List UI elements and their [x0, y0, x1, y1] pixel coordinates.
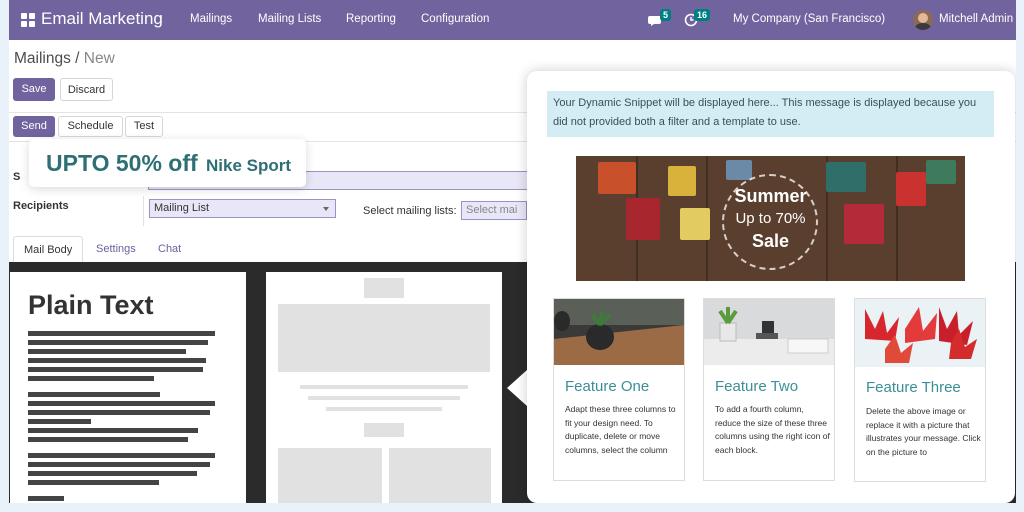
text-placeholder — [326, 407, 442, 411]
feature-two-body: To add a fourth column, reduce the size … — [715, 404, 830, 455]
app-brand[interactable]: Email Marketing — [41, 9, 163, 29]
activity-count-badge: 16 — [694, 9, 711, 21]
subject-label: S — [13, 171, 21, 183]
promo-brand: Nike Sport — [206, 156, 292, 175]
text-line — [28, 340, 208, 345]
text-line — [28, 410, 210, 415]
text-line — [28, 358, 206, 363]
breadcrumb-current: New — [83, 50, 115, 67]
text-line — [28, 401, 215, 406]
field-separator — [143, 196, 144, 226]
text-line — [28, 496, 64, 501]
text-line — [28, 349, 186, 354]
text-line — [28, 480, 159, 485]
popup-arrow — [507, 370, 527, 406]
button-placeholder — [364, 423, 404, 437]
breadcrumb: Mailings / New — [14, 50, 115, 68]
text-line — [28, 392, 160, 397]
feature-three-body: Delete the above image or replace it wit… — [866, 406, 981, 457]
text-line — [28, 367, 203, 372]
feature-card-three[interactable]: Feature Three Delete the above image or … — [854, 298, 986, 482]
recipients-select-value: Mailing List — [154, 202, 210, 214]
image-placeholder — [278, 304, 490, 372]
recipients-label: Recipients — [13, 200, 69, 212]
feature-card-two[interactable]: Feature Two To add a fourth column, redu… — [703, 298, 835, 481]
user-avatar[interactable] — [913, 10, 933, 30]
text-line — [28, 437, 188, 442]
template-plain-text[interactable]: Plain Text — [10, 272, 246, 503]
text-line — [28, 419, 91, 424]
menu-configuration[interactable]: Configuration — [421, 13, 489, 25]
tab-chat[interactable]: Chat — [148, 236, 191, 262]
text-line — [28, 376, 154, 381]
breadcrumb-parent[interactable]: Mailings — [14, 50, 71, 67]
top-navbar: Email Marketing Mailings Mailing Lists R… — [9, 0, 1016, 40]
menu-mailings[interactable]: Mailings — [190, 13, 232, 25]
user-menu[interactable]: Mitchell Admin — [939, 13, 1013, 25]
summer-sale-banner: Summer Up to 70% Sale — [576, 156, 965, 281]
banner-line-1: Summer — [734, 186, 807, 206]
feature-three-title: Feature Three — [866, 379, 961, 396]
column-placeholder — [389, 448, 491, 503]
tab-settings[interactable]: Settings — [86, 236, 146, 262]
gift-box-icon — [926, 160, 956, 184]
gift-box-icon — [726, 160, 752, 180]
template-layout[interactable] — [266, 272, 502, 503]
tab-mail-body[interactable]: Mail Body — [13, 236, 84, 264]
menu-mailing-lists[interactable]: Mailing Lists — [258, 13, 321, 25]
discard-button[interactable]: Discard — [60, 78, 113, 101]
dynamic-snippet-alert: Your Dynamic Snippet will be displayed h… — [547, 91, 994, 137]
chat-count-badge: 5 — [660, 9, 672, 21]
template-preview-popup: Your Dynamic Snippet will be displayed h… — [527, 71, 1015, 503]
test-button[interactable]: Test — [125, 116, 163, 137]
feature-two-title: Feature Two — [715, 378, 799, 395]
banner-line-2: Up to 70% — [735, 210, 806, 227]
text-placeholder — [308, 396, 460, 400]
text-line — [28, 462, 210, 467]
desk-image — [554, 299, 684, 365]
select-mailing-lists-label: Select mailing lists: — [363, 205, 457, 217]
promo-banner: UPTO 50% off Nike Sport — [29, 139, 306, 187]
chevron-down-icon — [323, 207, 329, 211]
feature-one-title: Feature One — [565, 378, 650, 395]
text-placeholder — [300, 385, 468, 389]
schedule-button[interactable]: Schedule — [58, 116, 123, 137]
app-grid-icon[interactable] — [21, 13, 35, 27]
mailing-lists-input[interactable]: Select mai — [461, 201, 527, 220]
text-line — [28, 471, 197, 476]
text-line — [28, 453, 215, 458]
feature-one-body: Adapt these three columns to fit your de… — [565, 404, 676, 455]
logo-placeholder — [364, 278, 404, 298]
save-button[interactable]: Save — [13, 78, 55, 101]
feature-card-one[interactable]: Feature One Adapt these three columns to… — [553, 298, 685, 481]
company-switcher[interactable]: My Company (San Francisco) — [733, 13, 885, 25]
plain-text-title: Plain Text — [28, 290, 154, 320]
office-desk-image — [704, 299, 834, 365]
text-line — [28, 331, 215, 336]
menu-reporting[interactable]: Reporting — [346, 13, 396, 25]
recipients-select[interactable]: Mailing List — [149, 199, 336, 218]
column-placeholder — [278, 448, 382, 503]
banner-line-3: Sale — [751, 231, 790, 251]
red-leaves-image — [855, 299, 985, 367]
send-button[interactable]: Send — [13, 116, 55, 137]
breadcrumb-separator: / — [75, 50, 80, 67]
text-line — [28, 428, 198, 433]
app-window: Email Marketing Mailings Mailing Lists R… — [9, 0, 1016, 503]
promo-headline: UPTO 50% off — [46, 150, 198, 176]
